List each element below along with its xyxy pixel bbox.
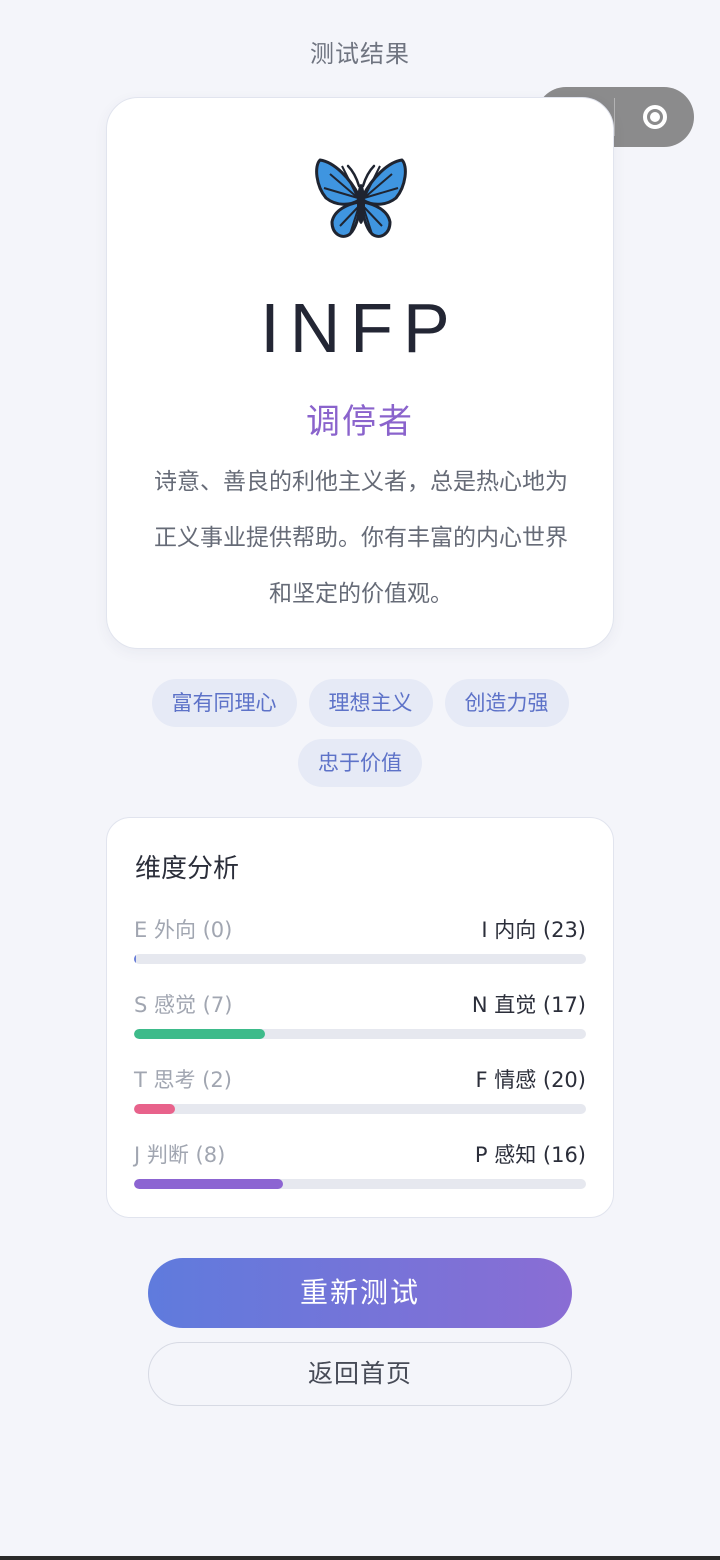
personality-type-code: INFP bbox=[260, 289, 460, 367]
dimension-track bbox=[134, 954, 586, 964]
dimension-row-jp: J 判断 (8) P 感知 (16) bbox=[134, 1141, 586, 1205]
personality-type-name: 调停者 bbox=[306, 402, 414, 442]
butterfly-icon bbox=[315, 158, 407, 238]
trait-tag: 富有同理心 bbox=[151, 679, 297, 727]
dimension-fill bbox=[134, 1104, 175, 1114]
dimension-track bbox=[134, 1029, 586, 1039]
dimension-left-label: E 外向 (0) bbox=[134, 918, 233, 942]
trait-tag: 创造力强 bbox=[444, 679, 569, 727]
dimension-right-label: I 内向 (23) bbox=[481, 918, 586, 942]
trait-tag: 忠于价值 bbox=[298, 739, 422, 787]
dimension-right-label: F 情感 (20) bbox=[475, 1068, 586, 1092]
personality-description: 诗意、善良的利他主义者，总是热心地为正义事业提供帮助。你有丰富的内心世界和坚定的… bbox=[154, 469, 568, 607]
target-circle-icon[interactable] bbox=[615, 87, 694, 147]
bottom-edge bbox=[0, 1556, 720, 1560]
dimension-analysis-title: 维度分析 bbox=[135, 854, 240, 884]
dimension-track bbox=[134, 1104, 586, 1114]
dimension-fill bbox=[134, 1179, 284, 1189]
retest-button[interactable]: 重新测试 bbox=[148, 1258, 572, 1328]
dimension-left-label: T 思考 (2) bbox=[134, 1068, 232, 1092]
dimension-fill bbox=[134, 1029, 266, 1039]
dimension-left-label: J 判断 (8) bbox=[134, 1143, 226, 1167]
trait-tag: 理想主义 bbox=[308, 679, 433, 727]
dimension-right-label: P 感知 (16) bbox=[474, 1143, 586, 1167]
dimension-row-tf: T 思考 (2) F 情感 (20) bbox=[134, 1066, 586, 1130]
dimension-row-sn: S 感觉 (7) N 直觉 (17) bbox=[134, 991, 586, 1055]
dimension-right-label: N 直觉 (17) bbox=[471, 993, 586, 1017]
result-card: INFP 调停者 诗意、善良的利他主义者，总是热心地为正义事业提供帮助。你有丰富… bbox=[106, 97, 614, 649]
dimension-track bbox=[134, 1179, 586, 1189]
dimension-analysis-card: 维度分析 E 外向 (0) I 内向 (23) S 感觉 (7) N 直觉 (1… bbox=[106, 817, 614, 1218]
dimension-fill bbox=[134, 954, 136, 964]
page-title: 测试结果 bbox=[310, 40, 410, 68]
dimension-left-label: S 感觉 (7) bbox=[134, 993, 233, 1017]
back-home-button[interactable]: 返回首页 bbox=[148, 1342, 572, 1406]
trait-tags: 富有同理心 理想主义 创造力强 忠于价值 bbox=[130, 679, 590, 787]
dimension-row-ei: E 外向 (0) I 内向 (23) bbox=[134, 916, 586, 980]
